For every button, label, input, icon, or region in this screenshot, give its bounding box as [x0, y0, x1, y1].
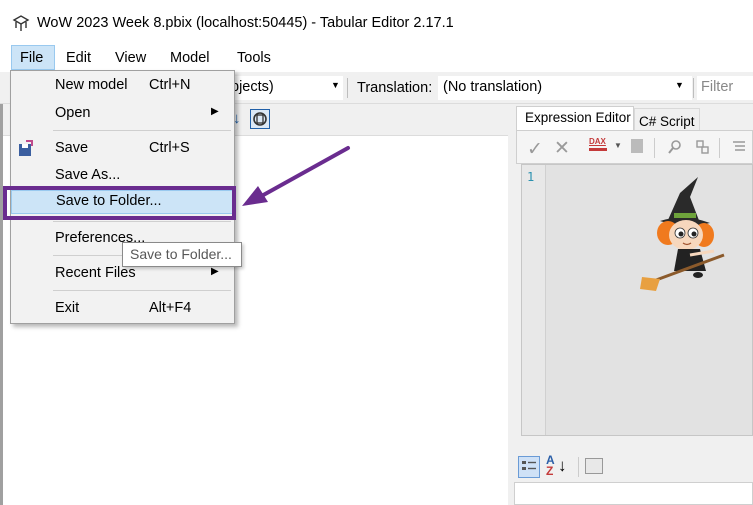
check-icon[interactable]: ✓ [527, 138, 543, 161]
line-number: 1 [527, 170, 535, 184]
tab-expression-editor[interactable]: Expression Editor [516, 106, 634, 131]
menu-view[interactable]: View [115, 50, 146, 66]
highlight-annotation-box [3, 186, 236, 220]
translation-value: (No translation) [443, 79, 543, 95]
line-number-gutter [522, 165, 546, 435]
submenu-arrow-icon: ▶ [211, 266, 219, 277]
translation-label: Translation: [357, 80, 433, 96]
left-window-border [0, 104, 3, 505]
menu-item-exit[interactable]: Exit Alt+F4 [11, 297, 234, 321]
dropdown-arrow-icon: ▼ [675, 80, 684, 90]
tab-csharp-script[interactable]: C# Script [634, 108, 700, 130]
sort-az-icon[interactable]: AZ [546, 454, 555, 477]
perspective-select[interactable]: bjects) ▼ [225, 76, 343, 100]
window-title: WoW 2023 Week 8.pbix (localhost:50445) -… [37, 15, 454, 31]
perspective-value: bjects) [231, 79, 274, 95]
save-disk-icon [19, 140, 33, 156]
categorized-icon[interactable] [518, 456, 540, 478]
menu-tools[interactable]: Tools [237, 50, 271, 66]
property-grid[interactable] [514, 482, 753, 505]
menu-model[interactable]: Model [170, 50, 210, 66]
replace-icon[interactable] [695, 139, 711, 155]
menu-separator [53, 221, 231, 222]
dropdown-arrow-icon: ▼ [331, 80, 340, 90]
menu-file[interactable]: File [11, 45, 55, 70]
menu-item-label: Open [55, 105, 91, 121]
indent-icon[interactable] [631, 139, 643, 153]
toolbar-separator [578, 457, 579, 477]
menu-item-shortcut: Ctrl+S [149, 140, 190, 156]
menu-file-label: File [20, 50, 44, 66]
toolbar-separator [347, 78, 348, 98]
menu-item-label: Recent Files [55, 265, 136, 281]
sort-arrow-icon: ↓ [558, 456, 567, 475]
menu-edit[interactable]: Edit [66, 50, 91, 66]
witch-mascot [640, 177, 725, 291]
menu-item-label: New model [55, 77, 128, 93]
dax-formatter-icon[interactable]: DAX [589, 137, 611, 157]
menu-item-label: Save As... [55, 167, 121, 183]
filter-placeholder: Filter [701, 79, 734, 95]
filter-input[interactable]: Filter [697, 76, 753, 100]
translation-select[interactable]: (No translation) ▼ [438, 76, 692, 100]
dax-badge: DAX [589, 137, 606, 146]
menu-item-new-model[interactable]: New model Ctrl+N [11, 74, 234, 98]
properties-toolbar: AZ ↓ [514, 452, 753, 482]
menu-item-save[interactable]: Save Ctrl+S [11, 137, 234, 161]
property-pages-icon[interactable] [585, 458, 603, 474]
toolbar-separator [654, 138, 655, 158]
menu-item-open[interactable]: Open ▶ [11, 102, 234, 126]
object-properties-icon[interactable] [250, 109, 270, 129]
comment-lines-icon[interactable] [731, 140, 747, 154]
menu-bar: File Edit View Model Tools [0, 44, 753, 72]
app-logo-icon [12, 15, 30, 31]
menu-separator [53, 290, 231, 291]
menu-item-shortcut: Alt+F4 [149, 300, 192, 316]
toolbar-separator [719, 138, 720, 158]
menu-item-label: Save [55, 140, 89, 156]
expression-editor-toolbar: ✓ ✕ DAX ▼ [516, 130, 753, 164]
menu-item-save-as[interactable]: Save As... [11, 164, 234, 188]
menu-item-label: Exit [55, 300, 80, 316]
search-icon[interactable] [667, 139, 683, 155]
submenu-arrow-icon: ▶ [211, 106, 219, 117]
annotation-arrow-icon [242, 146, 350, 206]
dropdown-arrow-icon[interactable]: ▼ [614, 141, 622, 150]
tooltip: Save to Folder... [122, 242, 242, 267]
menu-separator [53, 130, 231, 131]
toolbar-separator [693, 78, 694, 98]
cancel-x-icon[interactable]: ✕ [554, 137, 570, 160]
menu-item-shortcut: Ctrl+N [149, 77, 191, 93]
